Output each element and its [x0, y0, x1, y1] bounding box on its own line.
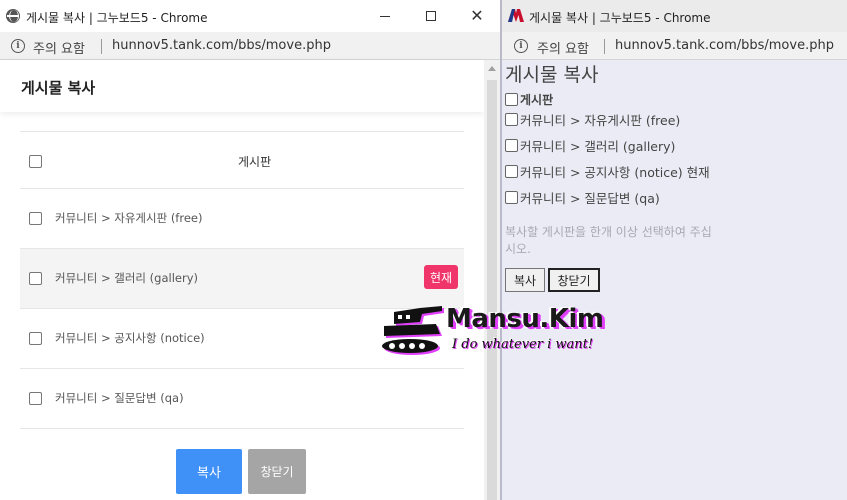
maximize-button[interactable]: [408, 0, 454, 32]
copy-button[interactable]: 복사: [505, 268, 545, 292]
page-heading: 게시물 복사: [505, 64, 599, 86]
selection-message: 복사할 게시판을 한개 이상 선택하여 주십시오.: [505, 225, 712, 256]
board-checkbox[interactable]: [505, 164, 518, 178]
info-icon[interactable]: i: [514, 39, 528, 53]
right-title-bar: 게시물 복사 | 그누보드5 - Chrome: [502, 0, 847, 32]
board-label[interactable]: 커뮤니티 > 자유게시판 (free): [55, 210, 202, 226]
left-page-content: 게시물 복사 게시판 커뮤니티 > 자유게시판 (free) 커뮤니티 > 갤러…: [0, 60, 484, 500]
scroll-up-icon[interactable]: [488, 66, 496, 71]
table-header-row: 게시판: [20, 131, 464, 191]
header-row: 게시판: [505, 90, 553, 108]
modal-header: 게시물 복사: [0, 60, 484, 112]
scrollbar-thumb[interactable]: [487, 80, 497, 500]
board-checkbox[interactable]: [505, 112, 518, 126]
left-window-title: 게시물 복사 | 그누보드5 - Chrome: [26, 11, 208, 25]
board-label[interactable]: 커뮤니티 > 갤러리 (gallery): [520, 136, 675, 155]
table-row-current[interactable]: 커뮤니티 > 갤러리 (gallery) 현재: [20, 248, 464, 308]
info-icon[interactable]: i: [11, 39, 25, 53]
list-item[interactable]: 커뮤니티 > 질문답변 (qa): [505, 188, 660, 206]
close-popup-button[interactable]: 창닫기: [248, 449, 306, 494]
watermark-slogan: I do whatever i want!: [452, 337, 594, 352]
watermark-name: Mansu.Kim: [446, 304, 604, 334]
tank-logo-icon: [382, 306, 444, 355]
current-badge: 현재: [424, 265, 458, 289]
board-label[interactable]: 커뮤니티 > 공지사항 (notice) 현재: [520, 162, 710, 181]
right-page-content: 게시물 복사 게시판 커뮤니티 > 자유게시판 (free) 커뮤니티 > 갤러…: [502, 60, 847, 500]
board-checkbox[interactable]: [505, 190, 518, 204]
left-browser-window: 게시물 복사 | 그누보드5 - Chrome ✕ i 주의 요함 hunnov…: [0, 0, 500, 500]
right-browser-window: 게시물 복사 | 그누보드5 - Chrome i 주의 요함 hunnov5.…: [500, 0, 847, 500]
app-logo-icon: [508, 9, 524, 22]
list-item[interactable]: 커뮤니티 > 공지사항 (notice) 현재: [505, 162, 710, 180]
close-window-button[interactable]: ✕: [454, 0, 500, 32]
table-row[interactable]: 커뮤니티 > 자유게시판 (free): [20, 188, 464, 248]
board-label[interactable]: 커뮤니티 > 공지사항 (notice): [55, 330, 205, 346]
board-checkbox[interactable]: [29, 212, 42, 225]
board-checkbox[interactable]: [505, 138, 518, 152]
right-window-title: 게시물 복사 | 그누보드5 - Chrome: [529, 11, 711, 25]
minimize-icon: [380, 15, 390, 17]
close-popup-button[interactable]: 창닫기: [548, 268, 600, 292]
header-label: 게시판: [520, 92, 554, 107]
board-checkbox[interactable]: [29, 392, 42, 405]
globe-icon: [6, 9, 20, 23]
board-checkbox[interactable]: [29, 332, 42, 345]
table-bottom-border: [20, 428, 464, 429]
copy-button[interactable]: 복사: [176, 449, 242, 494]
security-label[interactable]: 주의 요함: [33, 38, 85, 57]
board-label[interactable]: 커뮤니티 > 질문답변 (qa): [520, 188, 660, 207]
right-address-bar[interactable]: i 주의 요함 hunnov5.tank.com/bbs/move.php: [502, 32, 847, 60]
vertical-scrollbar[interactable]: [484, 60, 500, 500]
watermark: Mansu.Kim I do whatever i want!: [380, 304, 620, 358]
modal-title: 게시물 복사: [21, 79, 96, 97]
url-text[interactable]: hunnov5.tank.com/bbs/move.php: [615, 38, 834, 53]
board-checkbox[interactable]: [29, 272, 42, 285]
security-label[interactable]: 주의 요함: [537, 38, 589, 57]
list-item[interactable]: 커뮤니티 > 갤러리 (gallery): [505, 136, 675, 154]
select-all-checkbox[interactable]: [505, 92, 518, 106]
board-label[interactable]: 커뮤니티 > 질문답변 (qa): [55, 390, 184, 406]
left-address-bar[interactable]: i 주의 요함 hunnov5.tank.com/bbs/move.php: [0, 32, 500, 60]
minimize-button[interactable]: [362, 0, 408, 32]
maximize-icon: [426, 11, 436, 21]
left-title-bar: 게시물 복사 | 그누보드5 - Chrome ✕: [0, 0, 500, 32]
select-all-checkbox[interactable]: [29, 155, 42, 168]
close-icon: ✕: [470, 6, 484, 25]
table-header-label: 게시판: [238, 155, 272, 169]
address-separator: [604, 39, 605, 54]
board-label[interactable]: 커뮤니티 > 갤러리 (gallery): [55, 270, 198, 286]
address-separator: [101, 39, 102, 54]
table-row[interactable]: 커뮤니티 > 질문답변 (qa): [20, 368, 464, 428]
list-item[interactable]: 커뮤니티 > 자유게시판 (free): [505, 110, 680, 128]
url-text[interactable]: hunnov5.tank.com/bbs/move.php: [112, 38, 331, 53]
board-label[interactable]: 커뮤니티 > 자유게시판 (free): [520, 110, 680, 129]
